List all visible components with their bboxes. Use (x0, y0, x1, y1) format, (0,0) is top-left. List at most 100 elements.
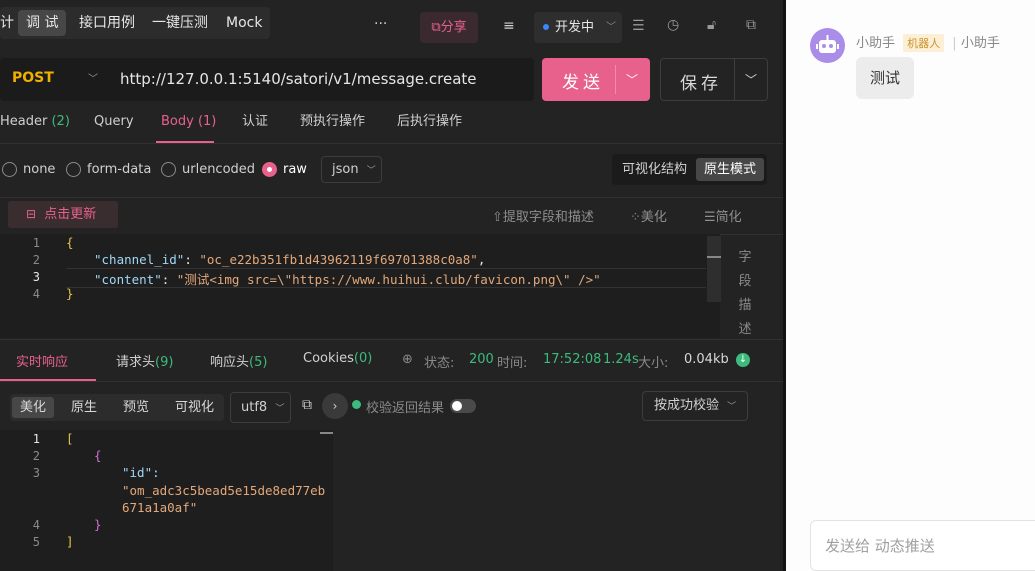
code-line: } (66, 286, 74, 301)
lock-icon[interactable]: 🔓︎ (707, 17, 716, 33)
chevron-down-icon: ﹀ (275, 404, 285, 414)
chevron-down-icon[interactable]: ﹀ (626, 71, 638, 88)
view-raw[interactable]: 原生 (63, 397, 105, 418)
share-label: 分享 (440, 20, 467, 35)
chevron-down-icon: ﹀ (366, 166, 376, 176)
send-button[interactable]: 发送 ﹀ (542, 58, 650, 101)
chevron-down-icon[interactable]: ﹀ (745, 71, 757, 88)
resp-tab-divider (0, 381, 783, 382)
url-text: http://127.0.0.1:5140/satori/v1/message.… (120, 70, 477, 88)
tab-load-test[interactable]: 一键压测 (152, 7, 208, 39)
line-number: 2 (32, 253, 40, 267)
share-button[interactable]: ⧉分享 (420, 12, 478, 43)
tab-live-response[interactable]: 实时响应 (16, 351, 68, 370)
code-line: ] (66, 534, 74, 549)
cut-tab-label[interactable]: 计 (0, 7, 14, 39)
line-number: 1 (32, 236, 40, 250)
encoding-label: utf8 (241, 400, 268, 415)
line-number: 1 (32, 432, 40, 446)
encoding-select[interactable]: utf8 ﹀ (230, 392, 291, 423)
copy-window-icon[interactable]: ⧉ (746, 17, 756, 33)
response-view-group: 美化 原生 预览 可视化 (10, 394, 224, 421)
message-input[interactable]: 发送给 动态推送 (810, 520, 1035, 571)
radio-form-data[interactable]: form-data (66, 161, 151, 179)
code-line: "id": (122, 465, 160, 480)
tab-cookies[interactable]: Cookies(0) (303, 351, 372, 366)
edit-list-icon[interactable]: ≡ (503, 18, 515, 34)
size-label: 大小: (638, 356, 669, 371)
line-number: 4 (32, 287, 40, 301)
chevron-right-icon[interactable]: › (322, 393, 348, 419)
tab-pre-script[interactable]: 预执行操作 (300, 113, 365, 131)
line-number: 2 (32, 449, 40, 463)
view-preview[interactable]: 预览 (115, 397, 157, 418)
download-icon[interactable]: ↓ (736, 353, 750, 367)
tab-post-script[interactable]: 后执行操作 (397, 113, 462, 131)
field-description-panel-toggle[interactable]: 字段描述 (735, 246, 755, 342)
radio-none[interactable]: none (2, 161, 55, 179)
body-format-select[interactable]: json ﹀ (321, 156, 382, 183)
env-label: 开发中 (555, 20, 595, 35)
time-label: 时间: (497, 356, 528, 371)
chevron-down-icon: ﹀ (88, 74, 98, 85)
save-label: 保存 (680, 74, 722, 94)
validate-mode-select[interactable]: 按成功校验 ﹀ (642, 391, 748, 421)
validate-status-dot (352, 400, 361, 409)
tab-api-cases[interactable]: 接口用例 (79, 7, 135, 39)
tab-query[interactable]: Query (94, 113, 134, 131)
tab-mock[interactable]: Mock (226, 7, 262, 39)
method-label: POST (12, 70, 54, 86)
refresh-button[interactable]: ⊟ 点击更新 (8, 201, 118, 228)
scrollbar-thumb[interactable] (707, 256, 721, 258)
align-icon[interactable]: ☰ (632, 18, 645, 34)
radio-raw[interactable]: raw (262, 161, 307, 179)
message-bubble[interactable]: 测试 (856, 57, 914, 99)
more-icon[interactable]: ··· (374, 16, 387, 32)
response-time: 17:52:08 (543, 352, 602, 367)
scrollbar-thumb[interactable] (320, 432, 333, 434)
extract-fields-button[interactable]: ⇧提取字段和描述 (492, 206, 594, 225)
send-divider (615, 65, 616, 94)
code-line: "channel_id": "oc_e22b351fb1d43962119f69… (94, 252, 486, 267)
editor-scrollbar[interactable] (707, 236, 721, 302)
tab-debug[interactable]: 调 试 (18, 10, 67, 36)
validate-toggle[interactable] (450, 399, 476, 413)
clock-icon[interactable]: ◷ (667, 17, 679, 33)
simplify-button[interactable]: ☰简化 (704, 206, 742, 225)
method-select[interactable]: POST ﹀ (0, 58, 110, 101)
refresh-icon: ⊟ (26, 207, 37, 221)
tab-request-headers[interactable]: 请求头(9) (116, 351, 173, 370)
view-visual[interactable]: 可视化 (167, 397, 222, 418)
tab-response-headers[interactable]: 响应头(5) (210, 351, 267, 370)
beautify-button[interactable]: ⁘美化 (630, 206, 667, 225)
status-code: 200 (469, 352, 494, 367)
copy-icon[interactable]: ⧉ (302, 397, 312, 413)
bot-badge: 机器人 (903, 34, 945, 52)
mode-raw[interactable]: 原生模式 (696, 158, 765, 181)
robot-avatar[interactable] (810, 28, 845, 63)
save-button[interactable]: 保存 ﹀ (660, 58, 768, 101)
section-divider (0, 339, 783, 340)
tab-header[interactable]: Header (2) (0, 113, 70, 131)
view-mode-toggle: 可视化结构 原生模式 (612, 154, 767, 185)
response-duration: 1.24s (603, 352, 639, 367)
url-input[interactable]: http://127.0.0.1:5140/satori/v1/message.… (110, 58, 534, 101)
message-header: 小助手 机器人 | 小助手 (856, 32, 1000, 52)
refresh-label: 点击更新 (44, 207, 97, 222)
code-line: [ (66, 431, 74, 446)
mode-visual[interactable]: 可视化结构 (614, 158, 695, 181)
view-beautify[interactable]: 美化 (12, 397, 55, 418)
code-line: "content": "测试<img src=\"https://www.hui… (94, 272, 601, 287)
response-size: 0.04kb (684, 352, 729, 367)
env-select[interactable]: 开发中 ﹀ (534, 12, 622, 43)
validate-mode-label: 按成功校验 (654, 398, 720, 413)
tab-auth[interactable]: 认证 (242, 113, 268, 131)
sender-name[interactable]: 小助手 (856, 36, 895, 51)
radio-urlencoded[interactable]: urlencoded (161, 161, 255, 179)
header-separator: | (952, 36, 957, 51)
robot-icon (816, 35, 839, 53)
env-status-dot (543, 24, 549, 30)
body-format-label: json (332, 162, 359, 177)
tab-body[interactable]: Body (1) (161, 113, 216, 131)
line-number: 3 (32, 270, 40, 284)
